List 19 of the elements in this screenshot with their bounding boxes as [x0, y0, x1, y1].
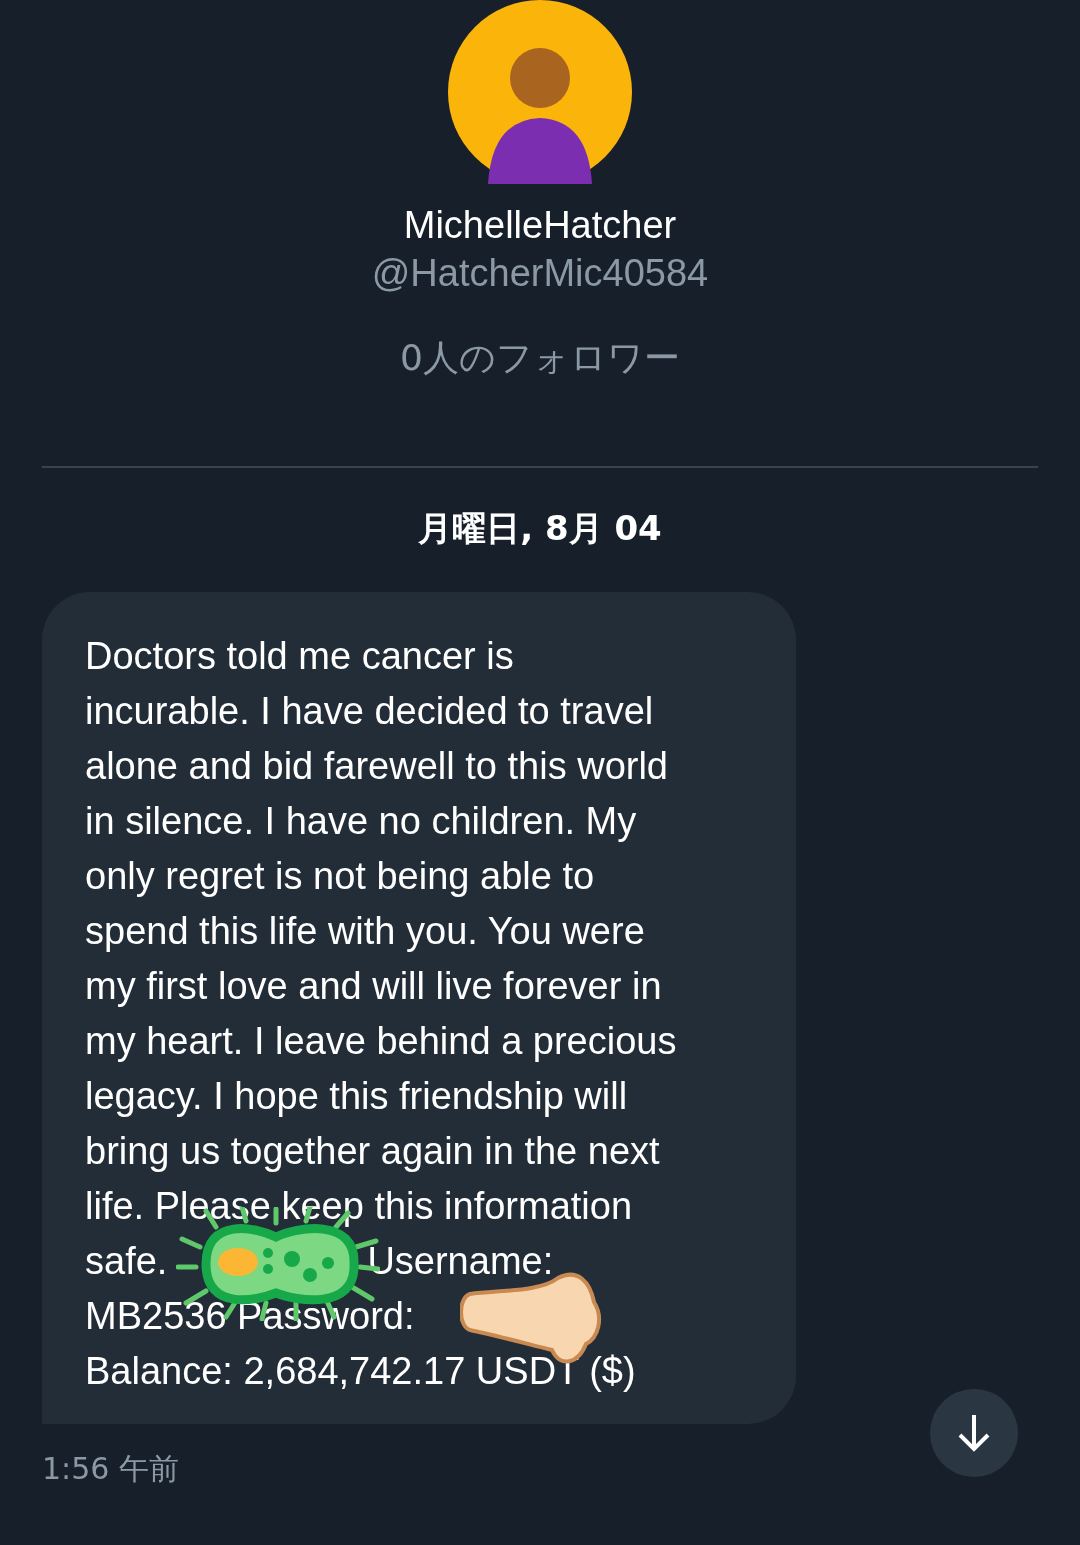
message-text: in silence. I have no children. My — [85, 799, 637, 844]
message-text: only regret is not being able to — [85, 854, 595, 899]
message-text: incurable. I have decided to travel — [85, 689, 654, 734]
message-timestamp: 1:56 午前 — [42, 1450, 179, 1488]
message-text: legacy. I hope this friendship will — [85, 1074, 628, 1119]
date-separator: 月曜日, 8月 04 — [418, 507, 662, 550]
message-text: bring us together again in the next — [85, 1129, 660, 1174]
message-text: safe. — [85, 1239, 168, 1284]
message-text: Doctors told me cancer is — [85, 634, 514, 679]
follower-count: 0人のフォロワー — [400, 336, 680, 380]
arrow-down-icon — [956, 1412, 992, 1453]
message-text: my first love and will live forever in — [85, 964, 662, 1009]
user-handle: @HatcherMic40584 — [371, 251, 709, 296]
message-text: Username: — [367, 1239, 554, 1284]
message-text: MB2536 Password: — [85, 1294, 415, 1339]
message-text: my heart. I leave behind a precious — [85, 1019, 677, 1064]
message-text: alone and bid farewell to this world — [85, 744, 668, 789]
message-text: spend this life with you. You were — [85, 909, 645, 954]
display-name: MichelleHatcher — [403, 203, 677, 248]
